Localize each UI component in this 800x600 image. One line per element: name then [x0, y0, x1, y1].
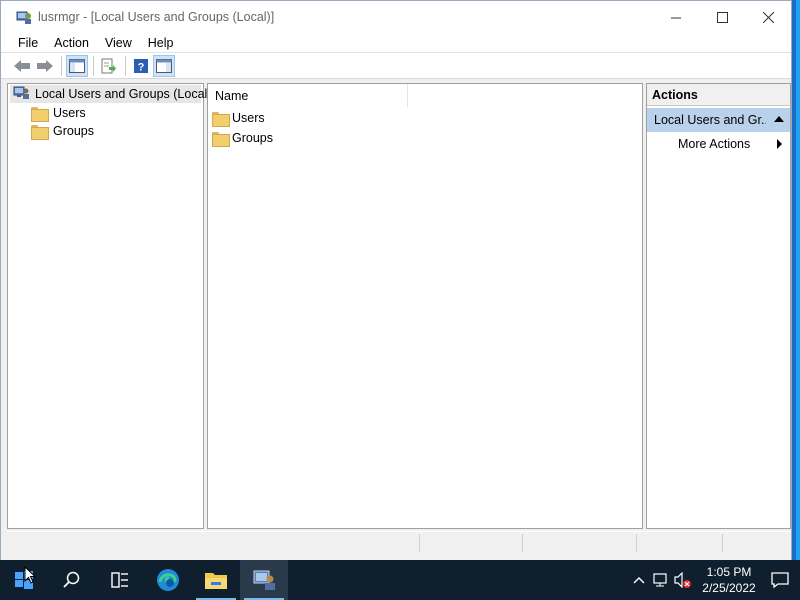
show-hide-action-pane-button[interactable] — [153, 54, 175, 77]
status-segment — [537, 534, 637, 552]
lusrmgr-taskbar-button[interactable] — [240, 560, 288, 600]
folder-icon — [31, 124, 49, 140]
status-segment — [419, 534, 523, 552]
export-list-icon — [101, 58, 116, 73]
actions-pane: Actions Local Users and Gr... More Actio… — [646, 83, 791, 529]
folder-icon — [212, 131, 230, 147]
status-bar — [7, 531, 791, 553]
toolbar: ? — [1, 53, 791, 79]
export-list-button[interactable] — [98, 55, 120, 77]
svg-text:?: ? — [138, 61, 145, 73]
search-button[interactable] — [48, 560, 96, 600]
show-hidden-icons-button[interactable] — [628, 576, 650, 584]
tree-item-users[interactable]: Users — [8, 104, 203, 122]
file-explorer-icon — [205, 573, 227, 589]
menu-help[interactable]: Help — [140, 36, 182, 50]
show-hide-action-pane-icon — [156, 58, 172, 73]
list-item-label: Groups — [232, 131, 273, 145]
minimize-button[interactable] — [653, 1, 699, 33]
toolbar-separator — [61, 55, 62, 76]
tree-item-local-users-and-groups[interactable]: Local Users and Groups (Local) — [10, 85, 211, 103]
forward-button[interactable] — [34, 55, 56, 77]
list-header: Name — [208, 84, 642, 108]
notification-center-button[interactable] — [760, 572, 800, 588]
more-actions-item[interactable]: More Actions — [647, 132, 790, 156]
back-button[interactable] — [11, 55, 33, 77]
menu-view[interactable]: View — [97, 36, 140, 50]
result-list-pane: Name Users Groups — [207, 83, 643, 529]
toolbar-separator — [125, 55, 126, 76]
edge-taskbar-button[interactable] — [144, 560, 192, 600]
column-header-name[interactable]: Name — [208, 84, 408, 107]
task-view-button[interactable] — [96, 560, 144, 600]
list-item-label: Users — [232, 111, 265, 125]
console-tree-pane: Local Users and Groups (Local) Users Gro… — [7, 83, 211, 529]
window-title: lusrmgr - [Local Users and Groups (Local… — [38, 10, 275, 24]
search-icon — [63, 571, 80, 588]
computer-users-icon — [13, 85, 30, 103]
menu-bar: File Action View Help — [1, 33, 791, 53]
close-button[interactable] — [745, 1, 791, 33]
notification-icon — [771, 572, 789, 588]
task-view-icon — [111, 572, 128, 588]
more-actions-label: More Actions — [678, 137, 751, 151]
list-item-users[interactable]: Users — [208, 108, 642, 128]
network-icon — [653, 573, 667, 587]
submenu-arrow-icon — [777, 139, 782, 149]
actions-header: Actions — [647, 84, 790, 106]
chevron-up-icon — [633, 577, 645, 584]
mouse-cursor-icon — [24, 566, 36, 584]
back-arrow-icon — [14, 59, 30, 72]
network-button[interactable] — [650, 573, 672, 587]
lusrmgr-app-icon — [16, 9, 32, 25]
menu-action[interactable]: Action — [46, 36, 97, 50]
clock-date: 2/25/2022 — [702, 581, 756, 595]
show-hide-console-tree-button[interactable] — [66, 54, 88, 77]
close-icon — [762, 11, 774, 23]
maximize-icon — [716, 11, 728, 23]
volume-button[interactable] — [672, 572, 694, 588]
taskbar: 1:05 PM 2/25/2022 — [0, 560, 800, 600]
clock-time: 1:05 PM — [706, 565, 752, 579]
status-segment — [637, 534, 723, 552]
volume-muted-icon — [674, 572, 691, 588]
tree-item-label: Users — [53, 106, 86, 120]
edge-icon — [157, 569, 179, 591]
help-button[interactable]: ? — [130, 55, 152, 77]
maximize-button[interactable] — [699, 1, 745, 33]
menu-file[interactable]: File — [10, 36, 46, 50]
actions-group-label: Local Users and Gr... — [654, 113, 766, 127]
tree-item-groups[interactable]: Groups — [8, 122, 203, 140]
help-icon: ? — [134, 58, 148, 73]
folder-icon — [212, 111, 230, 127]
system-tray: 1:05 PM 2/25/2022 — [628, 560, 800, 600]
lusrmgr-icon — [253, 570, 275, 590]
actions-group-local-users-and-groups[interactable]: Local Users and Gr... — [647, 108, 790, 132]
title-bar[interactable]: lusrmgr - [Local Users and Groups (Local… — [1, 1, 791, 33]
list-item-groups[interactable]: Groups — [208, 128, 642, 148]
tree-item-label: Groups — [53, 124, 94, 138]
collapse-arrow-icon[interactable] — [774, 116, 784, 122]
forward-arrow-icon — [37, 59, 53, 72]
clock[interactable]: 1:05 PM 2/25/2022 — [698, 564, 760, 596]
file-explorer-taskbar-button[interactable] — [192, 560, 240, 600]
start-button[interactable] — [0, 560, 48, 600]
folder-icon — [31, 106, 49, 122]
minimize-icon — [670, 17, 681, 18]
tree-root-label: Local Users and Groups (Local) — [35, 87, 212, 101]
show-hide-console-tree-icon — [69, 58, 85, 73]
toolbar-separator — [93, 55, 94, 76]
